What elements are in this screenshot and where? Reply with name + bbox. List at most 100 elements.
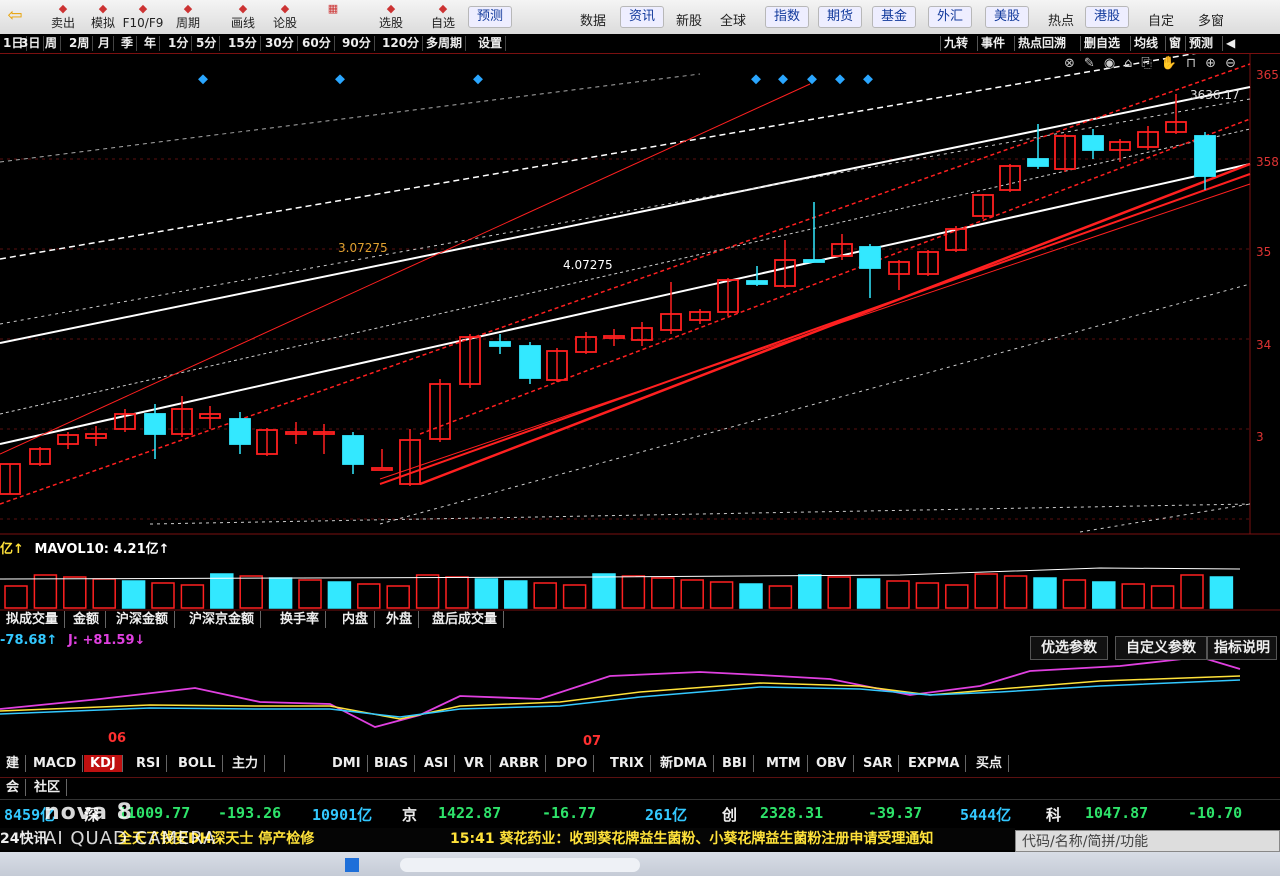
period-15[interactable]: 设置 <box>475 36 507 51</box>
indicator-help-button[interactable]: 指标说明 <box>1207 636 1277 660</box>
taskbar-search[interactable] <box>400 858 640 872</box>
toolbar-item-7[interactable]: ◆ 选股 <box>368 2 414 32</box>
toolbar-tab-5[interactable]: 期货 <box>818 6 863 28</box>
right-tool-1[interactable]: 事件 <box>977 36 1008 51</box>
right-tool-2[interactable]: 热点回溯 <box>1014 36 1069 51</box>
period-7[interactable]: 1分 <box>165 36 193 51</box>
toolbar-item-6[interactable]: ▦ <box>310 2 356 32</box>
indicator-tab-13[interactable]: TRIX <box>604 755 651 772</box>
indicator-tab-16[interactable]: MTM <box>760 755 808 772</box>
lock-icon[interactable]: ⊓ <box>1186 56 1205 71</box>
indicator-tab-2[interactable]: KDJ <box>84 755 123 772</box>
toolbar-tab-1[interactable]: 资讯 <box>620 6 665 28</box>
collapse-icon[interactable]: ◀ <box>1222 36 1238 51</box>
trendline-value-2: 4.07275 <box>563 258 613 272</box>
tab-hui[interactable]: 会 <box>0 779 27 796</box>
pencil-icon[interactable]: ✎ <box>1084 56 1104 71</box>
indicator-tab-19[interactable]: EXPMA <box>902 755 967 772</box>
period-8[interactable]: 5分 <box>193 36 221 51</box>
period-bar: 1日 3日周 2周月季年 1分 5分 15分 30分 60分 90分 120分 多周期 设置 九转 事件热… <box>0 34 1280 54</box>
period-3[interactable]: 2周 <box>66 36 94 51</box>
indicator-tab-5[interactable]: 主力 <box>226 755 266 772</box>
period-2[interactable]: 周 <box>42 36 62 51</box>
tab-community[interactable]: 社区 <box>28 779 68 796</box>
hand-icon[interactable]: ✋ <box>1161 56 1186 71</box>
kline-chart[interactable] <box>0 54 1280 876</box>
toolbar-tab-2[interactable]: 新股 <box>668 12 710 32</box>
kdj-j-line <box>0 656 1241 728</box>
period-9[interactable]: 15分 <box>225 36 261 51</box>
home-icon[interactable]: ⌂ <box>1124 56 1141 71</box>
volume-bar-11 <box>327 581 352 609</box>
copy-icon[interactable]: ⎘ <box>1141 56 1160 71</box>
indicator-tab-15[interactable]: BBI <box>716 755 754 772</box>
period-13[interactable]: 120分 <box>379 36 424 51</box>
toolbar-tab-11[interactable]: 自定 <box>1140 12 1182 32</box>
toolbar-tab-4[interactable]: 指数 <box>765 6 810 28</box>
toolbar-item-4[interactable]: ◆ 画线 <box>220 2 266 32</box>
eye-icon[interactable]: ◉ <box>1104 56 1124 71</box>
custom-params-button[interactable]: 自定义参数 <box>1115 636 1207 660</box>
toolbar-tab-9[interactable]: 热点 <box>1040 12 1082 32</box>
windows-start-icon[interactable] <box>345 858 359 872</box>
period-4[interactable]: 月 <box>95 36 115 51</box>
code-search-input[interactable]: 代码/名称/简拼/功能 <box>1015 830 1280 852</box>
volume-tab-1[interactable]: 金额 <box>67 611 107 628</box>
period-11[interactable]: 60分 <box>299 36 335 51</box>
right-tool-3[interactable]: 删自选 <box>1080 36 1123 51</box>
indicator-tab-14[interactable]: 新DMA <box>654 755 714 772</box>
toolbar-tab-3[interactable]: 全球 <box>712 12 754 32</box>
news-source[interactable]: 24快讯 <box>0 828 47 850</box>
indicator-tab-3[interactable]: RSI <box>130 755 168 772</box>
period-6[interactable]: 年 <box>141 36 161 51</box>
period-1[interactable]: 3日 <box>17 36 45 51</box>
axis-label-5: 3 <box>1256 430 1264 444</box>
right-tool-4[interactable]: 均线 <box>1130 36 1161 51</box>
volume-tab-0[interactable]: 拟成交量 <box>0 611 66 628</box>
toolbar-tab-12[interactable]: 多窗 <box>1190 12 1232 32</box>
trend-line-2 <box>0 54 1197 260</box>
indicator-tab-1[interactable]: MACD <box>27 755 84 772</box>
zoom-out-icon[interactable]: ⊖ <box>1225 56 1245 71</box>
back-button[interactable]: ⇦ <box>0 2 30 32</box>
indicator-tab-12[interactable]: DPO <box>550 755 595 772</box>
indicator-tab-6[interactable] <box>272 755 285 772</box>
news-headline[interactable]: 15:41 葵花药业：收到葵花牌益生菌粉、小葵花牌益生菌粉注册申请受理通知 <box>450 828 933 850</box>
indicator-tab-9[interactable]: ASI <box>418 755 456 772</box>
volume-tab-4[interactable]: 换手率 <box>274 611 327 628</box>
toolbar-item-2[interactable]: ◆ F10/F9 <box>120 2 166 32</box>
volume-tab-5[interactable]: 内盘 <box>336 611 376 628</box>
indicator-tab-0[interactable]: 建 <box>0 755 27 772</box>
toolbar-item-5[interactable]: ◆ 论股 <box>262 2 308 32</box>
indicator-tab-7[interactable]: DMI <box>326 755 368 772</box>
volume-tab-7[interactable]: 盘后成交量 <box>426 611 505 628</box>
toolbar-tab-0[interactable]: 数据 <box>572 12 614 32</box>
indicator-tab-11[interactable]: ARBR <box>493 755 546 772</box>
period-10[interactable]: 30分 <box>262 36 298 51</box>
volume-tab-3[interactable]: 沪深京金额 <box>183 611 262 628</box>
indicator-tab-4[interactable]: BOLL <box>172 755 223 772</box>
toolbar-tab-8[interactable]: 美股 <box>985 6 1030 28</box>
indicator-tab-10[interactable]: VR <box>458 755 492 772</box>
toolbar-tab-10[interactable]: 港股 <box>1085 6 1130 28</box>
predict-tab[interactable]: 预测 <box>468 6 513 28</box>
right-tool-5[interactable]: 窗 <box>1165 36 1184 51</box>
right-tool-0[interactable]: 九转 <box>940 36 971 51</box>
zoom-in-icon[interactable]: ⊕ <box>1205 56 1225 71</box>
period-12[interactable]: 90分 <box>339 36 375 51</box>
right-tool-6[interactable]: 预测 <box>1185 36 1216 51</box>
period-5[interactable]: 季 <box>118 36 138 51</box>
toolbar-item-3[interactable]: ◆ 周期 <box>165 2 211 32</box>
indicator-tab-17[interactable]: OBV <box>810 755 854 772</box>
indicator-tab-8[interactable]: BIAS <box>368 755 416 772</box>
link-icon[interactable]: ⊗ <box>1064 56 1084 71</box>
optimize-params-button[interactable]: 优选参数 <box>1030 636 1108 660</box>
period-14[interactable]: 多周期 <box>423 36 467 51</box>
toolbar-item-8[interactable]: ◆ 自选 <box>420 2 466 32</box>
indicator-tab-20[interactable]: 买点 <box>970 755 1010 772</box>
volume-tab-6[interactable]: 外盘 <box>380 611 420 628</box>
toolbar-tab-6[interactable]: 基金 <box>872 6 917 28</box>
indicator-tab-18[interactable]: SAR <box>857 755 900 772</box>
toolbar-tab-7[interactable]: 外汇 <box>928 6 973 28</box>
volume-tab-2[interactable]: 沪深金额 <box>110 611 176 628</box>
